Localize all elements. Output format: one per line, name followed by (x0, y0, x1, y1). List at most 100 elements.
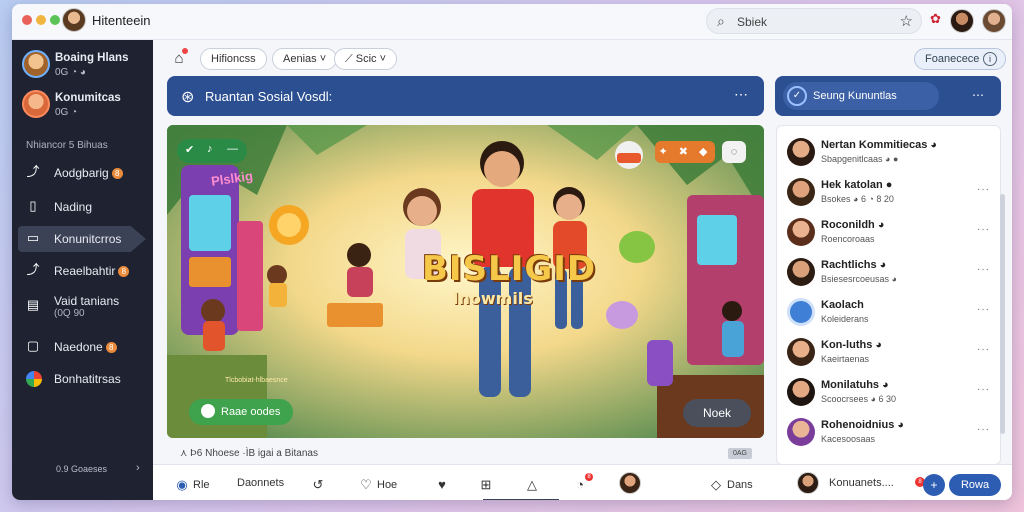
heart-check-icon[interactable]: ♥ (435, 477, 453, 492)
bottom-item-hoe[interactable]: ♡ Hoe (359, 477, 397, 493)
list-item-name: Roconildh ◕ (821, 219, 885, 231)
chevron-right-icon[interactable]: › (136, 462, 140, 474)
profile-avatar-secondary[interactable] (982, 9, 1006, 33)
list-item[interactable]: Kon-luths ◕ Kaeirtaenas ··· (777, 332, 1000, 372)
list-item[interactable]: Kaolach Koleiderans ··· (777, 292, 1000, 332)
compose-input[interactable]: Konuanets.... (829, 477, 894, 489)
search-bar[interactable]: ⌕ Sbiek ☆ (706, 8, 922, 34)
sidebar-footer: 0.9 Goaeses (56, 464, 108, 474)
send-button[interactable]: Rowa (949, 474, 1001, 496)
filter-chip[interactable]: ⟋ Scic ˅ (334, 48, 398, 70)
add-icon[interactable]: + (923, 474, 945, 496)
sidebar-item-label: Nading (54, 200, 93, 214)
list-item[interactable]: Hek katolan ● Bsokes ◕ 6 ◔ 8 20 ··· (777, 172, 1000, 212)
search-icon: ⌕ (717, 13, 725, 29)
play-button[interactable]: Raae oodes (189, 399, 293, 425)
more-icon[interactable]: ··· (977, 424, 990, 435)
next-button[interactable]: Noek (683, 399, 751, 427)
more-icon[interactable]: ··· (977, 264, 990, 275)
extension-icon[interactable]: ✿ (930, 11, 946, 27)
home-icon[interactable]: ⌂ (166, 46, 192, 72)
media-subtitle: lnowmils (453, 289, 533, 308)
more-icon[interactable]: ⋯ (972, 88, 985, 102)
more-icon[interactable]: ··· (977, 224, 990, 235)
bottom-item-daonnets[interactable]: Daonnets (237, 477, 284, 489)
list-item-name: Hek katolan ● (821, 179, 893, 191)
info-icon: i (983, 52, 997, 66)
toolbar: ⌂ Hifioncss Aenias ˅ ⟋ Scic ˅ Foanecece … (166, 46, 1006, 74)
list-item-sub: Bsiesesrcoeusas ◕ (821, 274, 897, 284)
contact-sub: 0G ◔ (55, 107, 78, 118)
avatar (787, 178, 815, 206)
more-icon[interactable]: ··· (977, 184, 990, 195)
sidebar-item-aodgbarig[interactable]: ⤴ Aodgbarig 8 (18, 160, 148, 186)
bottom-item-rle[interactable]: ◉ Rle (175, 477, 209, 493)
avatar[interactable] (619, 472, 641, 494)
search-label: Sbiek (737, 15, 768, 29)
bottom-item-label: Dans (727, 479, 753, 491)
sidebar-contact[interactable]: Boaing Hlans 0G ◔ ◕ (22, 50, 150, 82)
list-item[interactable]: Roconildh ◕ Roencoroaas ··· (777, 212, 1000, 252)
sidebar-contact[interactable]: Konumitcas 0G ◔ (22, 90, 150, 122)
list-item[interactable]: Rachtlichs ◕ Bsiesesrcoeusas ◕ ··· (777, 252, 1000, 292)
close-window-dot[interactable] (22, 15, 32, 25)
share-icon: ✔ (185, 144, 195, 156)
more-icon[interactable]: ⋯ (734, 86, 748, 103)
filter-chip[interactable]: Aenias ˅ (272, 48, 338, 70)
list-item-name: Kon-luths ◕ (821, 339, 883, 351)
community-panel: Nertan Kommitiecas ◕ Sbapgenitlcaas ◕ ● … (776, 125, 1001, 465)
panel-scrollbar[interactable] (1000, 194, 1005, 434)
list-item-name: Rohenoidnius ◕ (821, 419, 905, 431)
bottom-item-dans[interactable]: ◇ Dans (709, 477, 753, 493)
contact-name: Konumitcas (55, 92, 121, 104)
more-icon[interactable]: ··· (977, 304, 990, 315)
sidebar-item-label: Vaid tanians (54, 294, 120, 308)
avatar (22, 50, 50, 78)
chat-icon[interactable]: ◌ (722, 141, 746, 163)
info-chip[interactable]: Foanecece i (914, 48, 1006, 70)
sidebar-item-nading[interactable]: ▯ Nading (18, 194, 148, 220)
triangle-icon[interactable]: △ (525, 477, 543, 493)
list-item[interactable]: Monilatuhs ◕ Scoocrsees ◕ 6 30 ··· (777, 372, 1000, 412)
sidebar-item-naedone[interactable]: ▢ Naedone 8 (18, 334, 148, 360)
minimize-window-dot[interactable] (36, 15, 46, 25)
list-item-name: Nertan Kommitiecas ◕ (821, 139, 938, 151)
plus-square-icon[interactable]: ⊞ (479, 477, 497, 493)
notification-badge: 8 (585, 473, 593, 481)
more-icon[interactable]: ··· (977, 344, 990, 355)
share-pill[interactable]: ✔ ♪ — (177, 139, 247, 163)
maximize-window-dot[interactable] (50, 15, 60, 25)
contact-name: Boaing Hlans (55, 52, 129, 64)
list-item-sub: Sbapgenitlcaas ◕ ● (821, 154, 899, 164)
list-item[interactable]: Nertan Kommitiecas ◕ Sbapgenitlcaas ◕ ● (777, 132, 1000, 172)
sidebar-item-vaid-tanians[interactable]: ▤ Vaid tanians (0Q 90 (18, 288, 148, 324)
notification-badge: 8 (118, 266, 130, 278)
sidebar-item-label: Bonhatitrsas (54, 372, 121, 386)
sidebar-item-reaelbahtir[interactable]: ⤴ Reaelbahtir 8 (18, 258, 148, 284)
profile-avatar[interactable] (950, 9, 974, 33)
file-icon: ▯ (29, 198, 37, 213)
list-item-name: Kaolach (821, 299, 864, 311)
title-bar: Hitenteein ⌕ Sbiek ☆ ✿ (12, 4, 1012, 40)
sidebar-item-label: Konunitcrros (54, 232, 122, 246)
active-indicator (483, 499, 559, 500)
media-title: BISLIGID (422, 249, 597, 289)
sidebar-item-bonhatitrsas[interactable]: Bonhatitrsas (18, 366, 148, 392)
avatar (787, 258, 815, 286)
reaction-icons[interactable]: ✦ ✖ ◆ (655, 141, 715, 163)
sidebar-item-konunitcrros[interactable]: ▭ Konunitcrros (18, 226, 146, 252)
hand-icon-glyph: ↺ (312, 477, 324, 492)
list-item-sub: Kacesoosaas (821, 434, 876, 444)
featured-media[interactable]: ✔ ♪ — Plslkig BISLIGID lnowmils Tlcbobia… (167, 125, 764, 438)
heart-icon: ♡ (360, 477, 372, 492)
sidebar-item-label: Reaelbahtir (54, 264, 116, 278)
list-item[interactable]: Rohenoidnius ◕ Kacesoosaas ··· (777, 412, 1000, 452)
list-item-sub: Koleiderans (821, 314, 869, 324)
globe-icon (787, 298, 815, 326)
more-icon[interactable]: ··· (977, 384, 990, 395)
star-icon[interactable]: ☆ (900, 12, 913, 30)
more-icon: — (227, 143, 238, 155)
filter-chip[interactable]: Hifioncss (200, 48, 267, 70)
hand-icon[interactable]: ↺ (311, 477, 329, 493)
side-header-pill[interactable]: ✓ Seung Kununtlas (783, 82, 939, 110)
